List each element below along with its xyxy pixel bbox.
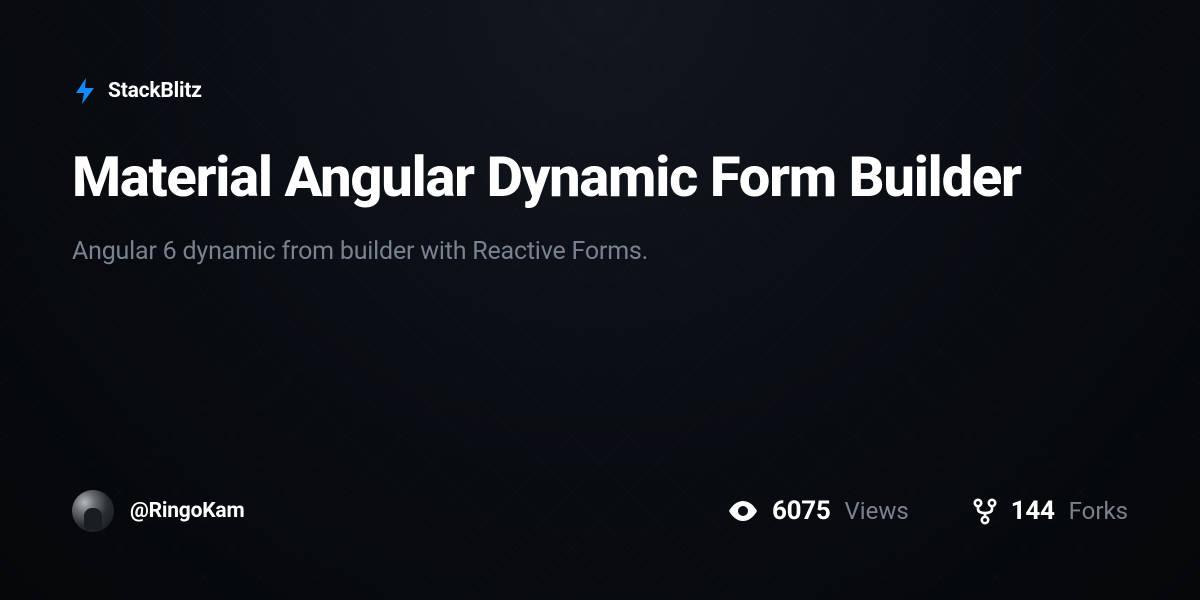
forks-value: 144: [1011, 496, 1055, 526]
views-label: Views: [844, 497, 908, 525]
stats-group: 6075 Views 144 Forks: [728, 496, 1128, 526]
brand-name: StackBlitz: [108, 79, 202, 103]
author: @RingoKam: [72, 490, 244, 532]
eye-icon: [728, 501, 758, 521]
social-card: StackBlitz Material Angular Dynamic Form…: [0, 0, 1200, 600]
forks-label: Forks: [1069, 497, 1128, 525]
bolt-icon: [72, 78, 98, 104]
views-stat: 6075 Views: [728, 496, 909, 526]
footer-row: @RingoKam 6075 Views: [72, 490, 1128, 600]
username: @RingoKam: [130, 499, 244, 523]
avatar: [72, 490, 114, 532]
views-value: 6075: [772, 496, 830, 526]
fork-icon: [973, 498, 997, 525]
project-title: Material Angular Dynamic Form Builder: [72, 146, 1032, 209]
forks-stat: 144 Forks: [973, 496, 1128, 526]
project-description: Angular 6 dynamic from builder with Reac…: [72, 237, 1128, 266]
brand-row: StackBlitz: [72, 78, 1128, 104]
